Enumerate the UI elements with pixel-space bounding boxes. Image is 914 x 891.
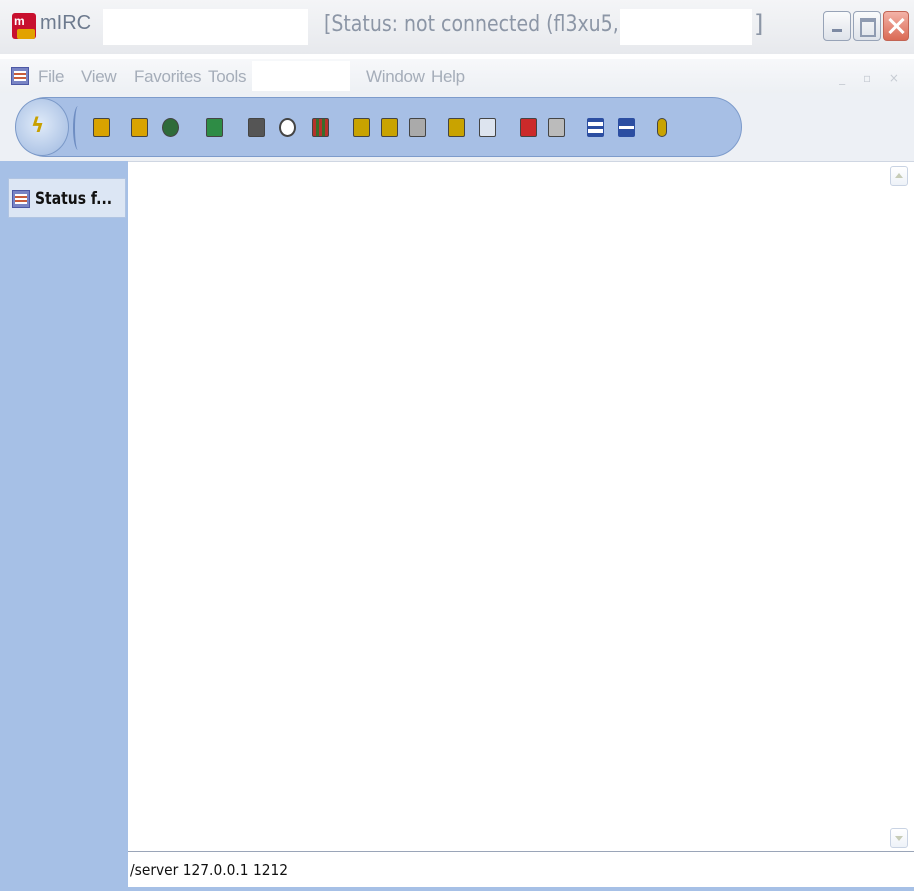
status-window-icon xyxy=(12,190,30,208)
title-bar: m mIRC [Status: not connected (fl3xu5, ] xyxy=(0,0,914,54)
connect-button[interactable]: ϟ xyxy=(15,98,69,156)
menu-view[interactable]: View xyxy=(81,67,117,87)
maximize-button[interactable] xyxy=(853,11,881,41)
tile-vertical-icon[interactable] xyxy=(618,118,635,137)
close-button[interactable] xyxy=(883,11,909,41)
menu-tools[interactable]: Tools xyxy=(208,67,246,87)
colors-icon[interactable] xyxy=(312,118,329,137)
window-title: [Status: not connected (fl3xu5, xyxy=(324,12,619,37)
notify-list-icon[interactable] xyxy=(248,118,265,137)
notes-icon[interactable] xyxy=(520,118,537,137)
mirc-app-icon[interactable]: m xyxy=(12,13,36,39)
switchbar-item-status[interactable]: Status f... xyxy=(8,178,126,218)
address-book-icon[interactable] xyxy=(162,118,179,137)
redacted-area xyxy=(620,9,752,45)
send-file-icon[interactable] xyxy=(353,118,370,137)
switchbar-item-label: Status f... xyxy=(35,189,113,209)
vertical-scrollbar[interactable] xyxy=(890,162,908,852)
options-icon[interactable] xyxy=(93,118,110,137)
tile-horizontal-icon[interactable] xyxy=(587,118,604,137)
minimize-button[interactable] xyxy=(823,11,851,41)
scripts-editor-icon[interactable] xyxy=(206,118,223,137)
status-window-icon[interactable] xyxy=(11,67,29,85)
chat-icon[interactable] xyxy=(381,118,398,137)
app-name: mIRC xyxy=(40,12,92,34)
help-icon[interactable] xyxy=(657,118,667,137)
scroll-up-button[interactable] xyxy=(890,166,908,186)
toolbar-divider xyxy=(73,106,83,150)
switchbar: Status f... xyxy=(0,161,128,891)
scroll-down-button[interactable] xyxy=(890,828,908,848)
menu-favorites[interactable]: Favorites xyxy=(134,67,202,87)
menu-help[interactable]: Help xyxy=(431,67,465,87)
status-window[interactable] xyxy=(128,161,914,851)
mdi-window-controls-icon[interactable]: _ ▫ × xyxy=(839,71,906,85)
redacted-area xyxy=(103,9,308,45)
menu-window[interactable]: Window xyxy=(366,67,425,87)
toolbar: ϟ xyxy=(15,97,742,157)
menu-bar: File View Favorites Tools Window Help _ … xyxy=(0,59,914,94)
menu-file[interactable]: File xyxy=(38,67,65,87)
tile-icon[interactable] xyxy=(479,118,496,137)
url-catcher-icon[interactable] xyxy=(548,118,565,137)
dcc-options-icon[interactable] xyxy=(409,118,426,137)
editbox xyxy=(128,851,914,887)
toolbar-area: ϟ xyxy=(0,93,914,161)
command-input[interactable] xyxy=(130,856,839,884)
timer-icon[interactable] xyxy=(279,118,296,137)
bottom-strip xyxy=(128,887,914,891)
channels-folder-icon[interactable] xyxy=(131,118,148,137)
cascade-icon[interactable] xyxy=(448,118,465,137)
window-title-end: ] xyxy=(754,10,764,38)
redacted-area xyxy=(252,61,350,91)
